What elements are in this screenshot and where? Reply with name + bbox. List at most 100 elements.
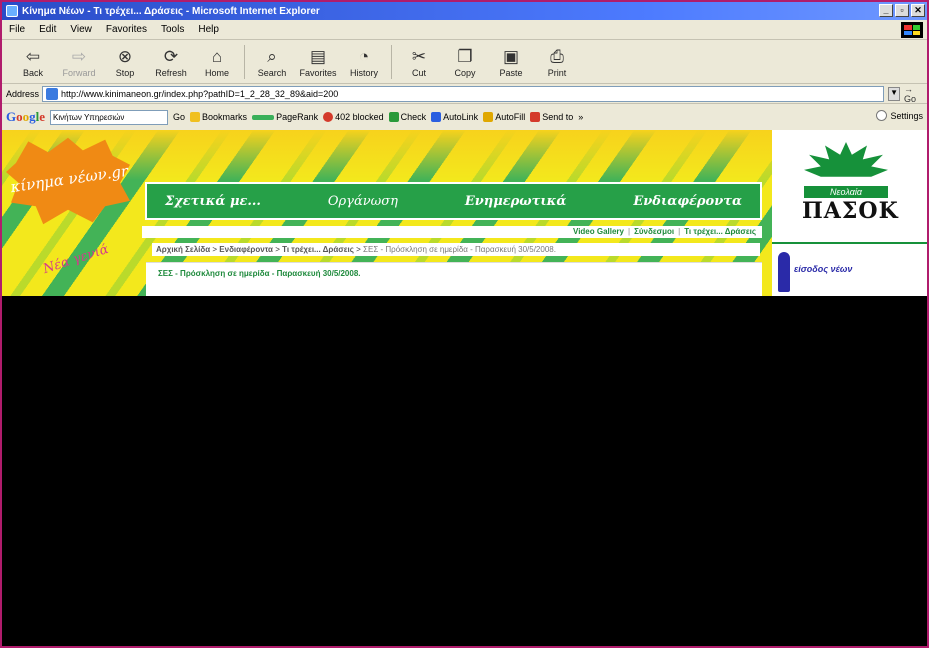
- address-dropdown-icon[interactable]: ▼: [888, 86, 900, 101]
- toolbar-separator: [244, 44, 245, 79]
- menu-edit[interactable]: Edit: [32, 24, 63, 35]
- address-bar: Address http://www.kinimaneon.gr/index.p…: [2, 84, 927, 104]
- sublink-events[interactable]: Τι τρέχει... Δράσεις: [684, 227, 756, 236]
- check-label: Check: [400, 112, 427, 122]
- article-title: ΣΕΣ - Πρόσκληση σε ημερίδα - Παρασκευή 3…: [158, 269, 361, 278]
- autolink-button[interactable]: AutoLink: [431, 112, 478, 122]
- breadcrumb-interests[interactable]: Ενδιαφέροντα: [219, 245, 273, 254]
- page-icon: [46, 87, 59, 100]
- star-icon: [190, 112, 201, 122]
- menu-view[interactable]: View: [63, 24, 99, 35]
- cut-button[interactable]: ✂ Cut: [396, 46, 442, 78]
- google-logo-letter: e: [39, 109, 46, 124]
- stop-label: Stop: [115, 67, 135, 78]
- eisodos-label: είσοδος νέων: [794, 264, 853, 274]
- article-content: ΣΕΣ - Πρόσκληση σε ημερίδα - Παρασκευή 3…: [146, 262, 762, 296]
- printer-icon: ⎙: [550, 46, 564, 66]
- address-input[interactable]: http://www.kinimaneon.gr/index.php?pathI…: [42, 85, 885, 102]
- person-silhouette-icon: [778, 252, 790, 292]
- bookmarks-label: Bookmarks: [202, 112, 248, 122]
- paste-button[interactable]: ▣ Paste: [488, 46, 534, 78]
- history-label: History: [349, 67, 378, 78]
- minimize-button[interactable]: _: [879, 4, 893, 17]
- google-go-label: Go: [173, 112, 186, 122]
- eisodos-banner[interactable]: είσοδος νέων: [772, 248, 927, 296]
- ie-icon: [6, 5, 18, 17]
- back-button[interactable]: ⇦ Back: [10, 46, 56, 78]
- refresh-label: Refresh: [155, 67, 187, 78]
- nav-interests[interactable]: Ενδιαφέροντα: [633, 194, 742, 209]
- pasok-youth-logo[interactable]: Νεολαία ΠΑΣΟΚ: [792, 142, 902, 232]
- menu-help[interactable]: Help: [191, 24, 226, 35]
- pagerank-bar-icon: [252, 114, 275, 120]
- pasok-label: ΠΑΣΟΚ: [802, 198, 899, 224]
- home-icon: ⌂: [211, 46, 223, 66]
- cut-label: Cut: [411, 67, 426, 78]
- pagerank-indicator[interactable]: PageRank: [252, 112, 318, 122]
- standard-toolbar: ⇦ Back ⇨ Forward ⊗ Stop ⟳ Refresh ⌂ Home…: [2, 40, 927, 84]
- search-label: Search: [257, 67, 287, 78]
- search-icon: ⌕: [267, 46, 277, 66]
- home-button[interactable]: ⌂ Home: [194, 46, 240, 78]
- bookmarks-button[interactable]: Bookmarks: [190, 112, 247, 122]
- stop-button[interactable]: ⊗ Stop: [102, 46, 148, 78]
- print-label: Print: [547, 67, 567, 78]
- breadcrumb-home[interactable]: Αρχική Σελίδα: [156, 245, 210, 254]
- sublink-divider: |: [628, 227, 631, 236]
- main-nav: Σχετικά με... Οργάνωση Ενημερωτικά Ενδια…: [145, 182, 762, 220]
- page-viewport: κίνημα νέων.gr Νέα γενιά Σχετικά με... Ο…: [2, 130, 927, 296]
- autofill-icon: [483, 112, 494, 122]
- settings-button[interactable]: Settings: [876, 110, 923, 121]
- spellcheck-button[interactable]: Check: [388, 112, 427, 122]
- scissors-icon: ✂: [411, 46, 427, 66]
- blacked-out-region: [2, 296, 927, 646]
- popup-blocker-button[interactable]: 402 blocked: [323, 112, 384, 122]
- refresh-button[interactable]: ⟳ Refresh: [148, 46, 194, 78]
- back-arrow-icon: ⇦: [25, 46, 41, 66]
- sublink-links[interactable]: Σύνδεσμοι: [634, 227, 674, 236]
- google-toolbar: Google Κινήτων Υπηρεσιών Go Bookmarks Pa…: [2, 104, 927, 130]
- refresh-icon: ⟳: [163, 46, 179, 66]
- history-button[interactable]: ◔ History: [341, 46, 387, 78]
- settings-icon: [876, 110, 888, 121]
- stop-icon: ⊗: [117, 46, 133, 66]
- nav-about[interactable]: Σχετικά με...: [165, 194, 261, 209]
- back-label: Back: [22, 67, 43, 78]
- paste-icon: ▣: [502, 46, 520, 66]
- sendto-button[interactable]: Send to: [530, 112, 573, 122]
- autofill-button[interactable]: AutoFill: [483, 112, 525, 122]
- google-search-input[interactable]: Κινήτων Υπηρεσιών: [50, 109, 169, 125]
- google-go-button[interactable]: Go: [173, 112, 185, 122]
- nav-organization[interactable]: Οργάνωση: [328, 194, 398, 209]
- close-button[interactable]: ✕: [911, 4, 925, 17]
- sublink-video-gallery[interactable]: Video Gallery: [573, 227, 624, 236]
- pagerank-label: PageRank: [276, 112, 319, 122]
- menu-file[interactable]: File: [2, 24, 32, 35]
- copy-button[interactable]: ❐ Copy: [442, 46, 488, 78]
- print-button[interactable]: ⎙ Print: [534, 46, 580, 78]
- blocked-icon: [323, 112, 334, 122]
- settings-label: Settings: [890, 110, 923, 121]
- menu-bar: File Edit View Favorites Tools Help: [2, 20, 927, 40]
- browser-window: Κίνημα Νέων - Τι τρέχει... Δράσεις - Mic…: [2, 2, 927, 646]
- google-logo: Google: [6, 109, 45, 125]
- forward-button[interactable]: ⇨ Forward: [56, 46, 102, 78]
- google-logo-letter: G: [6, 109, 17, 124]
- autolink-label: AutoLink: [443, 112, 479, 122]
- forward-label: Forward: [62, 67, 96, 78]
- home-label: Home: [204, 67, 229, 78]
- nav-news[interactable]: Ενημερωτικά: [465, 194, 567, 209]
- menu-favorites[interactable]: Favorites: [99, 24, 154, 35]
- breadcrumb-events[interactable]: Τι τρέχει... Δράσεις: [282, 245, 354, 254]
- maximize-button[interactable]: ▫: [895, 4, 909, 17]
- menu-tools[interactable]: Tools: [154, 24, 191, 35]
- favorites-button[interactable]: ▤ Favorites: [295, 46, 341, 78]
- more-button[interactable]: »: [578, 112, 583, 122]
- search-button[interactable]: ⌕ Search: [249, 46, 295, 78]
- breadcrumb: Αρχική Σελίδα > Ενδιαφέροντα > Τι τρέχει…: [152, 243, 760, 256]
- title-bar: Κίνημα Νέων - Τι τρέχει... Δράσεις - Mic…: [2, 2, 927, 20]
- go-label: Go: [903, 93, 916, 104]
- history-icon: ◔: [358, 46, 370, 66]
- copy-icon: ❐: [457, 46, 473, 66]
- go-button[interactable]: → Go: [904, 84, 927, 104]
